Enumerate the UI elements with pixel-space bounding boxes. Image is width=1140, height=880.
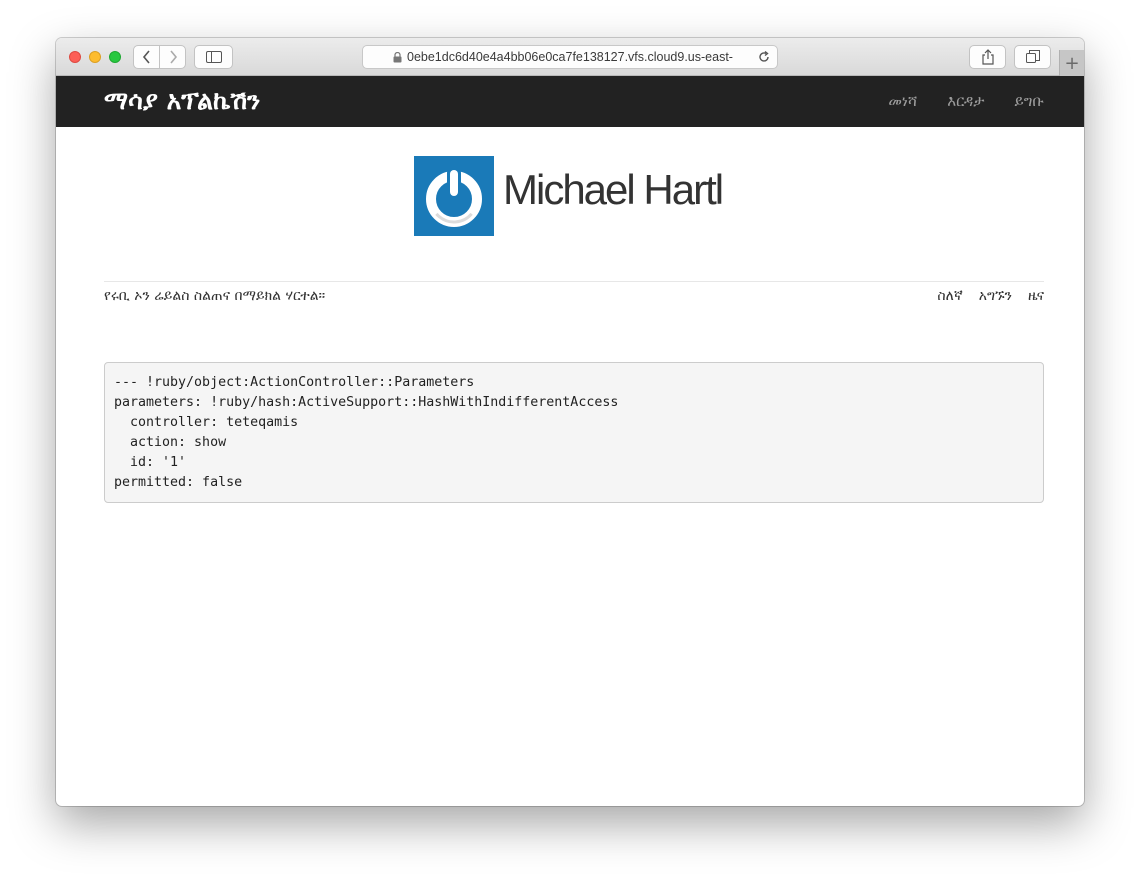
nav-link-home[interactable]: መነሻ <box>888 92 917 110</box>
nav-links: መነሻ እርዳታ ይግቡ <box>888 92 1044 110</box>
browser-titlebar: 0ebe1dc6d40e4a4bb06e0ca7fe138127.vfs.clo… <box>56 38 1084 76</box>
browser-window: 0ebe1dc6d40e4a4bb06e0ca7fe138127.vfs.clo… <box>56 38 1084 806</box>
nav-link-help[interactable]: እርዳታ <box>947 92 984 110</box>
address-bar[interactable]: 0ebe1dc6d40e4a4bb06e0ca7fe138127.vfs.clo… <box>362 45 778 69</box>
share-button[interactable] <box>969 45 1006 69</box>
plus-icon: + <box>1064 52 1080 74</box>
author-name-logo: Michael Hartl <box>503 166 724 213</box>
chevron-left-icon <box>142 50 150 64</box>
debug-line: action: show <box>114 435 227 450</box>
chevron-right-icon <box>169 50 177 64</box>
nav-link-login[interactable]: ይግቡ <box>1015 92 1045 110</box>
footer-link-news[interactable]: ዜና <box>1028 288 1044 304</box>
debug-line: --- !ruby/object:ActionController::Param… <box>114 375 475 390</box>
footer-divider <box>104 281 1044 282</box>
forward-button[interactable] <box>160 46 185 68</box>
power-icon <box>426 166 482 227</box>
close-window-button[interactable] <box>69 51 81 63</box>
back-button[interactable] <box>134 46 160 68</box>
debug-line: id: '1' <box>114 455 187 470</box>
debug-line: parameters: !ruby/hash:ActiveSupport::Ha… <box>114 395 619 410</box>
sidebar-toggle-button[interactable] <box>194 45 233 69</box>
power-logo-image <box>414 156 494 236</box>
sidebar-icon <box>205 51 222 63</box>
reload-icon <box>759 50 769 62</box>
footer-tagline: የሩቢ ኦን ሬይልስ ስልጠና በማይክል ሃርተል። <box>104 288 326 304</box>
debug-line: permitted: false <box>114 475 243 490</box>
history-nav-group <box>133 45 186 69</box>
debug-line: controller: teteqamis <box>114 415 299 430</box>
footer-link-contact[interactable]: አግኙን <box>979 288 1012 304</box>
tabs-overview-button[interactable] <box>1014 45 1051 69</box>
minimize-window-button[interactable] <box>89 51 101 63</box>
tabs-icon <box>1025 50 1040 63</box>
share-icon <box>981 49 994 65</box>
site-brand-logo[interactable]: ማሳያ አፕልኬሽን <box>104 86 260 116</box>
site-navbar: ማሳያ አፕልኬሽን መነሻ እርዳታ ይግቡ <box>56 76 1084 127</box>
zoom-window-button[interactable] <box>109 51 121 63</box>
footer-link-about[interactable]: ስለኛ <box>937 288 962 304</box>
debug-params-box: --- !ruby/object:ActionController::Param… <box>104 362 1044 503</box>
footer-links: ስለኛ አግኙን ዜና <box>937 288 1044 304</box>
new-tab-button[interactable]: + <box>1059 50 1084 76</box>
lock-icon <box>393 52 402 63</box>
url-text: 0ebe1dc6d40e4a4bb06e0ca7fe138127.vfs.clo… <box>407 50 733 64</box>
